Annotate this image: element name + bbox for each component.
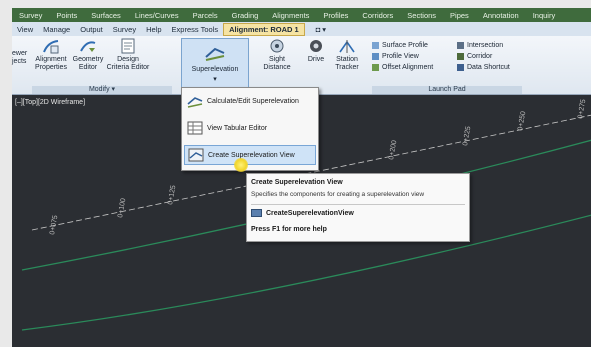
drive-label: Drive xyxy=(307,56,325,63)
tooltip-help: Press F1 for more help xyxy=(251,226,327,233)
geometry-editor-button[interactable]: Geometry Editor xyxy=(72,38,104,72)
design-criteria-label: Design Criteria Editor xyxy=(106,56,150,71)
superelevation-chevron-icon: ▾ xyxy=(213,76,217,83)
alignment-properties-label: Alignment Properties xyxy=(35,56,67,71)
menu-item-label: Calculate/Edit Superelevation xyxy=(207,97,299,105)
tab-profiles[interactable]: Profiles xyxy=(316,11,355,20)
cut-label-2: jects xyxy=(12,58,27,65)
menu-item-label: View Tabular Editor xyxy=(207,124,268,132)
station-label: 0+125 xyxy=(167,185,177,206)
launch-pad-list-1: Surface Profile Profile View Offset Alig… xyxy=(372,40,433,73)
station-tracker-button[interactable]: Station Tracker xyxy=(332,38,362,72)
drive-button[interactable]: Drive xyxy=(304,38,328,64)
ribbon-tab-strip: Survey Points Surfaces Lines/Curves Parc… xyxy=(12,8,591,22)
tab-help[interactable]: Help xyxy=(141,25,166,34)
tab-output[interactable]: Output xyxy=(75,25,108,34)
surface-profile-icon xyxy=(372,42,379,49)
panel-toggle-icon[interactable]: ◘ ▾ xyxy=(311,25,331,34)
station-label: 0+225 xyxy=(462,126,472,147)
corridor-icon xyxy=(457,53,464,60)
profile-view-label: Profile View xyxy=(382,53,419,60)
station-label: 0+100 xyxy=(117,198,127,219)
tab-inquiry[interactable]: Inquiry xyxy=(526,11,563,20)
tab-survey-cmd[interactable]: Survey xyxy=(108,25,141,34)
offset-alignment-icon xyxy=(372,64,379,71)
corridor-item[interactable]: Corridor xyxy=(457,51,510,62)
profile-view-icon xyxy=(372,53,379,60)
menu-item-calculate-edit-superelevation[interactable]: Calculate/Edit Superelevation xyxy=(184,91,316,111)
tab-manage[interactable]: Manage xyxy=(38,25,75,34)
app-window: Survey Points Surfaces Lines/Curves Parc… xyxy=(0,0,591,347)
intersection-icon xyxy=(457,42,464,49)
menu-item-view-tabular-editor[interactable]: View Tabular Editor xyxy=(184,118,316,138)
launch-pad-list-2: Intersection Corridor Data Shortcut xyxy=(457,40,510,73)
calculate-superelevation-icon xyxy=(187,97,203,108)
tooltip-command-name: CreateSuperelevationView xyxy=(266,209,354,217)
station-label: 0+075 xyxy=(49,215,59,236)
station-tracker-label: Station Tracker xyxy=(335,56,359,71)
intersection-label: Intersection xyxy=(467,42,504,49)
intersection-item[interactable]: Intersection xyxy=(457,40,510,51)
sight-distance-label: Sight Distance xyxy=(263,56,291,71)
profile-view-item[interactable]: Profile View xyxy=(372,51,433,62)
drive-icon xyxy=(310,40,322,52)
ribbon-command-row: View Manage Output Survey Help Express T… xyxy=(12,22,591,37)
surface-profile-label: Surface Profile xyxy=(382,42,428,49)
design-criteria-icon xyxy=(121,38,135,54)
cut-label-1: ewer xyxy=(12,50,28,57)
superelevation-dropdown-menu: Calculate/Edit Superelevation View Tabul… xyxy=(181,87,319,171)
tab-express-tools[interactable]: Express Tools xyxy=(167,25,224,34)
sight-distance-button[interactable]: Sight Distance xyxy=(256,38,298,72)
tab-alignments[interactable]: Alignments xyxy=(265,11,316,20)
superelevation-label: Superelevation xyxy=(191,66,239,73)
tooltip: Create Superelevation View Specifies the… xyxy=(246,173,470,242)
offset-alignment-label: Offset Alignment xyxy=(382,64,434,71)
superelevation-icon xyxy=(205,47,225,61)
create-superelevation-view-icon xyxy=(188,148,204,162)
design-criteria-editor-button[interactable]: Design Criteria Editor xyxy=(106,38,150,72)
corridor-label: Corridor xyxy=(467,53,493,60)
tooltip-description: Specifies the components for creating a … xyxy=(251,191,425,198)
tab-corridors[interactable]: Corridors xyxy=(355,11,400,20)
cut-off-button[interactable]: ewer jects xyxy=(12,50,28,66)
mouse-cursor-highlight xyxy=(234,158,248,172)
tab-sections[interactable]: Sections xyxy=(400,11,443,20)
surface-profile-item[interactable]: Surface Profile xyxy=(372,40,433,51)
tab-survey[interactable]: Survey xyxy=(12,11,49,20)
tab-lines-curves[interactable]: Lines/Curves xyxy=(128,11,186,20)
menu-item-label: Create Superelevation View xyxy=(208,151,295,159)
alignment-properties-icon xyxy=(43,40,59,54)
data-shortcut-item[interactable]: Data Shortcut xyxy=(457,62,510,73)
data-shortcut-icon xyxy=(457,64,464,71)
tab-grading[interactable]: Grading xyxy=(225,11,266,20)
alignment-properties-button[interactable]: Alignment Properties xyxy=(32,38,70,72)
tab-view[interactable]: View xyxy=(12,25,38,34)
data-shortcut-label: Data Shortcut xyxy=(467,64,510,71)
tab-surfaces[interactable]: Surfaces xyxy=(84,11,128,20)
contextual-tab-alignment[interactable]: Alignment: ROAD 1 xyxy=(223,22,305,36)
tooltip-title: Create Superelevation View xyxy=(251,179,343,186)
station-label: 0+275 xyxy=(577,99,587,120)
tabular-editor-icon xyxy=(187,121,203,135)
station-label: 0+200 xyxy=(388,140,398,161)
station-tracker-icon xyxy=(339,40,355,53)
geometry-editor-icon xyxy=(80,41,96,52)
tab-annotation[interactable]: Annotation xyxy=(476,11,526,20)
tab-parcels[interactable]: Parcels xyxy=(186,11,225,20)
tab-points[interactable]: Points xyxy=(49,11,84,20)
sight-distance-icon xyxy=(270,39,284,53)
tooltip-command: CreateSuperelevationView xyxy=(251,209,354,217)
superelevation-button[interactable]: Superelevation ▾ xyxy=(181,38,249,88)
launch-pad-panel-label: Launch Pad xyxy=(372,86,522,94)
geometry-editor-label: Geometry Editor xyxy=(72,56,104,71)
tab-pipes[interactable]: Pipes xyxy=(443,11,476,20)
tooltip-divider xyxy=(251,204,465,205)
modify-panel-label[interactable]: Modify ▾ xyxy=(32,86,172,94)
command-icon xyxy=(251,209,262,217)
menu-item-create-superelevation-view[interactable]: Create Superelevation View xyxy=(184,145,316,165)
offset-alignment-item[interactable]: Offset Alignment xyxy=(372,62,433,73)
